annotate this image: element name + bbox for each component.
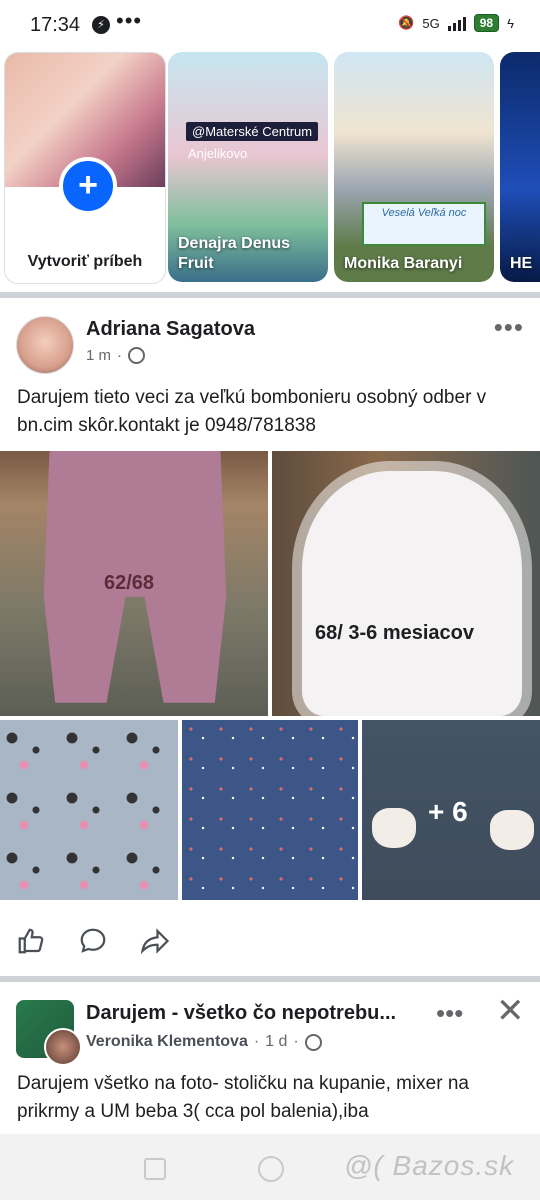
story-overlay-text: Anjelikovo <box>188 146 248 161</box>
story-card[interactable]: Veselá Veľká noc Monika Baranyi <box>334 52 494 282</box>
post-photo[interactable] <box>272 451 540 716</box>
group-post-time[interactable]: 1 d <box>265 1033 287 1051</box>
separator-dot: · <box>253 1033 260 1050</box>
post-meta: 1 m · <box>86 347 146 364</box>
group-post-author[interactable]: Veronika Klementova <box>86 1033 248 1051</box>
group-post-meta: Veronika Klementova · 1 d · <box>86 1033 322 1051</box>
home-button-icon[interactable] <box>258 1156 284 1182</box>
comment-icon[interactable] <box>78 926 108 956</box>
create-story-label: Vytvoriť príbeh <box>27 253 143 270</box>
globe-icon <box>304 1033 322 1051</box>
story-author: Monika Baranyi <box>344 255 463 272</box>
post-time[interactable]: 1 m <box>86 347 111 364</box>
status-bar: 17:34 ⚡ ••• 🔕 5G 98 ϟ <box>0 0 540 52</box>
battery-level: 98 <box>473 14 500 32</box>
photo-size-label: 62/68 <box>104 572 155 594</box>
story-sign-text: Veselá Veľká noc <box>362 202 486 246</box>
feed-divider <box>0 976 540 982</box>
story-author: Denajra Denus Fruit <box>178 235 291 272</box>
add-story-plus-icon[interactable]: + <box>59 157 117 215</box>
group-post-more-options-icon[interactable]: ••• <box>436 998 463 1029</box>
signal-icon <box>447 15 466 31</box>
story-card[interactable]: @Materské Centrum Anjelikovo Denajra Den… <box>168 52 328 282</box>
story-author: HE <box>510 255 533 272</box>
close-icon[interactable]: ✕ <box>496 994 525 1028</box>
cat-print-image <box>490 810 534 850</box>
separator-dot: · <box>117 347 123 364</box>
post-text: Darujem tieto veci za veľkú bombonieru o… <box>17 387 487 436</box>
dress-image <box>302 471 522 716</box>
group-avatar[interactable] <box>16 1000 82 1066</box>
more-photos-count: + 6 <box>428 796 468 827</box>
notification-overflow-icon: ••• <box>116 8 143 33</box>
author-avatar[interactable] <box>16 316 74 374</box>
mute-icon: 🔕 <box>398 15 415 30</box>
group-title[interactable]: Darujem - všetko čo nepotrebu... <box>86 1002 426 1025</box>
story-overlay-tag: @Materské Centrum <box>186 122 319 141</box>
post-more-options-icon[interactable]: ••• <box>494 312 524 343</box>
network-type: 5G <box>422 15 440 31</box>
photo-size-label: 68/ 3-6 mesiacov <box>315 622 474 644</box>
separator-dot: · <box>293 1033 299 1050</box>
messenger-icon: ⚡ <box>92 16 110 34</box>
globe-icon <box>128 347 146 364</box>
system-nav-bar: @( Bazos.sk <box>0 1134 540 1200</box>
cat-print-image <box>372 808 416 848</box>
create-story-card[interactable]: + Vytvoriť príbeh <box>4 52 166 284</box>
charging-icon: ϟ <box>507 15 514 31</box>
post-actions <box>0 920 540 964</box>
status-right: 🔕 5G 98 ϟ <box>398 14 514 32</box>
stories-tray: + Vytvoriť príbeh @Materské Centrum Anje… <box>0 52 540 284</box>
share-icon[interactable] <box>140 926 170 956</box>
clock: 17:34 <box>30 14 81 36</box>
feed-divider <box>0 292 540 298</box>
post-photo[interactable] <box>0 720 178 900</box>
recents-button-icon[interactable] <box>144 1158 166 1180</box>
post-photo[interactable] <box>182 720 358 900</box>
group-post-text: Darujem všetko na foto- stoličku na kupa… <box>17 1073 469 1122</box>
post-author[interactable]: Adriana Sagatova <box>86 318 255 341</box>
watermark: @( Bazos.sk <box>344 1150 515 1181</box>
author-avatar[interactable] <box>44 1028 82 1066</box>
like-icon[interactable] <box>16 926 46 956</box>
story-card[interactable]: HE <box>500 52 540 282</box>
